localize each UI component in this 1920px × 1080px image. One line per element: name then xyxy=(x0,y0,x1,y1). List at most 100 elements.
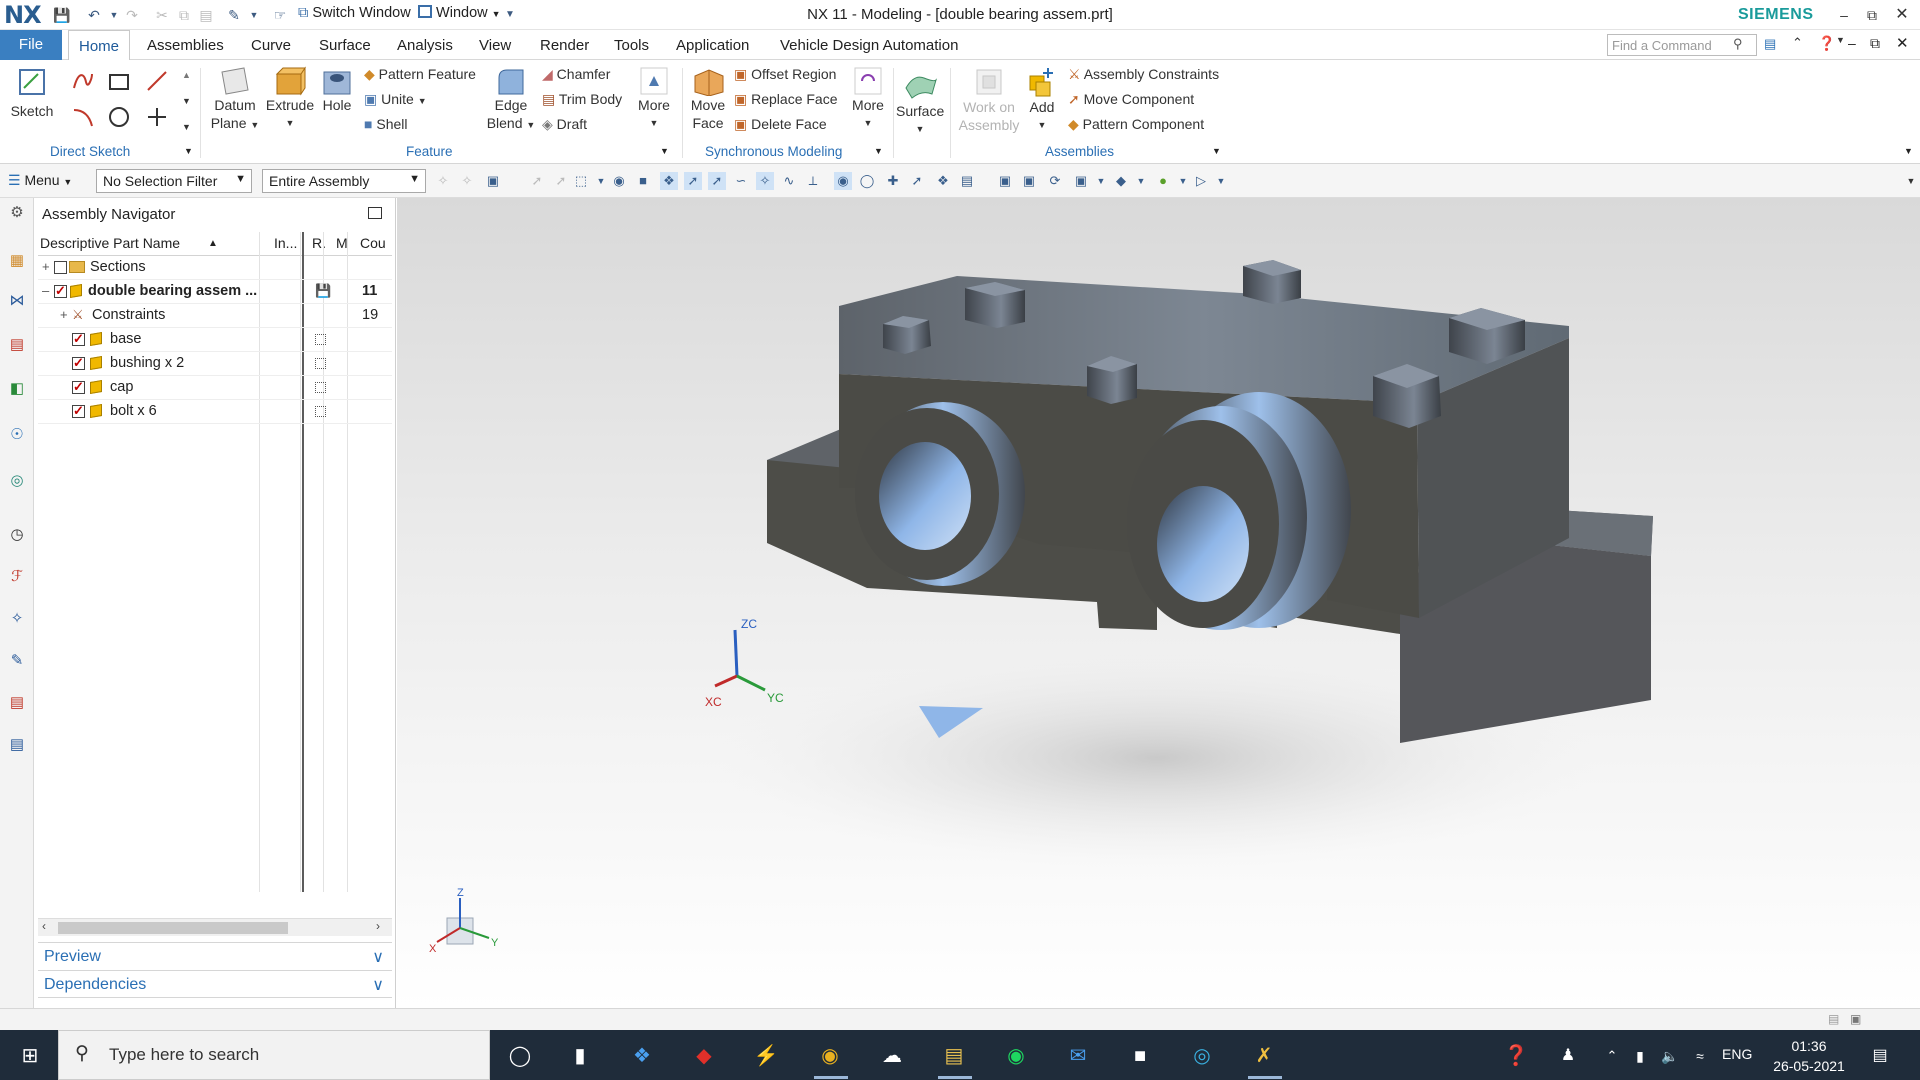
expand-icon[interactable]: + xyxy=(42,259,50,274)
help-dropdown-icon[interactable]: ▼ xyxy=(1836,35,1845,45)
file-tab[interactable]: File xyxy=(0,30,62,60)
delete-face-button[interactable]: ▣ Delete Face xyxy=(734,116,827,133)
orient-view-icon[interactable]: ▣ xyxy=(1072,172,1090,190)
nx-taskbar-icon[interactable]: ✗ xyxy=(1250,1042,1278,1070)
mail-icon[interactable]: ✉ xyxy=(1064,1042,1092,1070)
doc-restore-button[interactable]: ⧉ xyxy=(1870,35,1880,52)
volume-icon[interactable]: 🔈 xyxy=(1656,1042,1684,1070)
sync-more-button[interactable]: More ▼ xyxy=(848,66,888,132)
assembly-constraints-button[interactable]: ⚔ Assembly Constraints xyxy=(1068,66,1219,83)
snap-point-icon[interactable]: ✚ xyxy=(884,172,902,190)
games-icon[interactable]: ■ xyxy=(1126,1042,1154,1070)
rectangle-icon[interactable] xyxy=(108,72,130,95)
select-features-icon[interactable]: ➚ xyxy=(528,172,546,190)
point-icon[interactable] xyxy=(146,106,168,131)
tree-row-assembly[interactable]: – double bearing assem ... 💾 11 xyxy=(38,280,392,304)
cortana-icon[interactable]: ◯ xyxy=(506,1042,534,1070)
render-style-icon[interactable]: ◆ xyxy=(1112,172,1130,190)
people-icon[interactable]: ♟ xyxy=(1554,1042,1582,1070)
offset-region-button[interactable]: ▣ Offset Region xyxy=(734,66,836,83)
tree-row-component[interactable]: base xyxy=(38,328,392,352)
chevron-down-icon[interactable]: ▼ xyxy=(1132,172,1150,190)
snap-line-icon[interactable]: ➚ xyxy=(684,172,702,190)
tree-row-sections[interactable]: + Sections xyxy=(38,256,392,280)
status-icon[interactable]: ▣ xyxy=(1850,1012,1861,1026)
tab-tools[interactable]: Tools xyxy=(614,30,649,60)
gallery-down-icon[interactable]: ▼ xyxy=(182,96,191,106)
notifications-icon[interactable]: ▤ xyxy=(1866,1042,1894,1070)
tab-assemblies[interactable]: Assemblies xyxy=(147,30,224,60)
part-navigator-tab-icon[interactable]: ▤ xyxy=(6,334,28,356)
chamfer-button[interactable]: ◢ Chamfer xyxy=(542,66,610,83)
search-icon[interactable]: ⚲ xyxy=(1733,36,1743,52)
visibility-checkbox[interactable] xyxy=(54,261,67,274)
chevron-down-icon[interactable]: ▼ xyxy=(592,172,610,190)
horizontal-scrollbar[interactable]: ‹ › xyxy=(38,918,392,936)
selection-scope-select[interactable]: Entire Assembly ▼ xyxy=(262,169,426,193)
surface-button[interactable]: Surface ▼ xyxy=(896,68,944,138)
column-header-name[interactable]: Descriptive Part Name xyxy=(40,235,180,251)
system-scenes-tab-icon[interactable]: ▤ xyxy=(6,734,28,756)
chevron-down-icon[interactable]: ▼ xyxy=(1212,172,1230,190)
tab-application[interactable]: Application xyxy=(676,30,749,60)
fit-view-icon[interactable]: ▣ xyxy=(996,172,1014,190)
scroll-left-icon[interactable]: ‹ xyxy=(42,919,46,933)
general-selection-icon[interactable]: ✧ xyxy=(434,172,452,190)
expand-icon[interactable]: + xyxy=(60,307,68,322)
replace-face-button[interactable]: ▣ Replace Face xyxy=(734,91,838,108)
work-on-assembly-button[interactable]: Work on Assembly xyxy=(954,66,1024,134)
trim-body-button[interactable]: ▤ Trim Body xyxy=(542,91,622,108)
scroll-right-icon[interactable]: › xyxy=(376,919,380,933)
group-options-icon[interactable]: ▼ xyxy=(660,146,669,156)
doc-close-button[interactable]: ✕ xyxy=(1896,34,1909,52)
assembly-navigator-tab-icon[interactable]: ▦ xyxy=(6,250,28,272)
snap-on-face-icon[interactable]: ❖ xyxy=(934,172,952,190)
chevron-down-icon[interactable]: ▼ xyxy=(1092,172,1110,190)
visibility-checkbox[interactable] xyxy=(72,355,85,371)
tab-vehicle-design-automation[interactable]: Vehicle Design Automation xyxy=(780,30,958,60)
gallery-more-icon[interactable]: ▼ xyxy=(182,122,191,132)
web-browser-tab-icon[interactable]: ◎ xyxy=(6,470,28,492)
snap-curve-icon[interactable]: ➚ xyxy=(708,172,726,190)
ribbon-options-icon[interactable]: ▤ xyxy=(1764,36,1776,52)
feature-more-button[interactable]: More ▼ xyxy=(634,66,674,132)
snap-arc-icon[interactable]: ∽ xyxy=(732,172,750,190)
group-options-icon[interactable]: ▼ xyxy=(184,146,193,156)
move-face-button[interactable]: Move Face xyxy=(688,66,728,132)
column-header-m[interactable]: M xyxy=(336,235,348,251)
unite-button[interactable]: ▣ Unite ▼ xyxy=(364,91,427,108)
close-button[interactable]: ✕ xyxy=(1890,4,1914,26)
snap-perpendicular-icon[interactable]: ⟂ xyxy=(804,172,822,190)
background-icon[interactable]: ● xyxy=(1154,172,1172,190)
app-icon[interactable]: ⚡ xyxy=(752,1042,780,1070)
tree-row-component[interactable]: bushing x 2 xyxy=(38,352,392,376)
maximize-panel-icon[interactable] xyxy=(368,207,382,219)
select-body-icon[interactable]: ◉ xyxy=(610,172,628,190)
task-view-icon[interactable]: ▮ xyxy=(566,1042,594,1070)
circle-icon[interactable] xyxy=(108,106,130,131)
ribbon-options-dropdown-icon[interactable]: ▼ xyxy=(1904,146,1913,156)
file-explorer-icon[interactable]: ▤ xyxy=(940,1042,968,1070)
collapse-ribbon-icon[interactable]: ⌃ xyxy=(1792,35,1803,51)
edge-icon[interactable]: ◎ xyxy=(1188,1042,1216,1070)
pattern-component-button[interactable]: ◆ Pattern Component xyxy=(1068,116,1204,133)
datum-plane-button[interactable]: Datum Plane ▼ xyxy=(210,66,260,134)
dropbox-icon[interactable]: ❖ xyxy=(628,1042,656,1070)
chevron-down-icon[interactable]: ▼ xyxy=(1174,172,1192,190)
column-header-count[interactable]: Cou xyxy=(360,235,386,251)
arc-icon[interactable] xyxy=(72,106,94,131)
pattern-feature-button[interactable]: ◆ Pattern Feature xyxy=(364,66,476,83)
line-icon[interactable] xyxy=(146,70,168,95)
snap-quadrant-icon[interactable]: ◯ xyxy=(858,172,876,190)
profile-icon[interactable] xyxy=(72,70,94,95)
snap-on-curve-icon[interactable]: ➚ xyxy=(908,172,926,190)
rectangle-select-icon[interactable]: ⬚ xyxy=(572,172,590,190)
anydesk-icon[interactable]: ◆ xyxy=(690,1042,718,1070)
tab-surface[interactable]: Surface xyxy=(319,30,371,60)
snap-center-icon[interactable]: ◉ xyxy=(834,172,852,190)
work-layer-icon[interactable]: ▷ xyxy=(1192,172,1210,190)
snap-tangent-icon[interactable]: ∿ xyxy=(780,172,798,190)
restore-button[interactable]: ⧉ xyxy=(1860,4,1884,26)
constraint-navigator-tab-icon[interactable]: ⋈ xyxy=(6,290,28,312)
battery-icon[interactable]: ▮ xyxy=(1626,1042,1654,1070)
